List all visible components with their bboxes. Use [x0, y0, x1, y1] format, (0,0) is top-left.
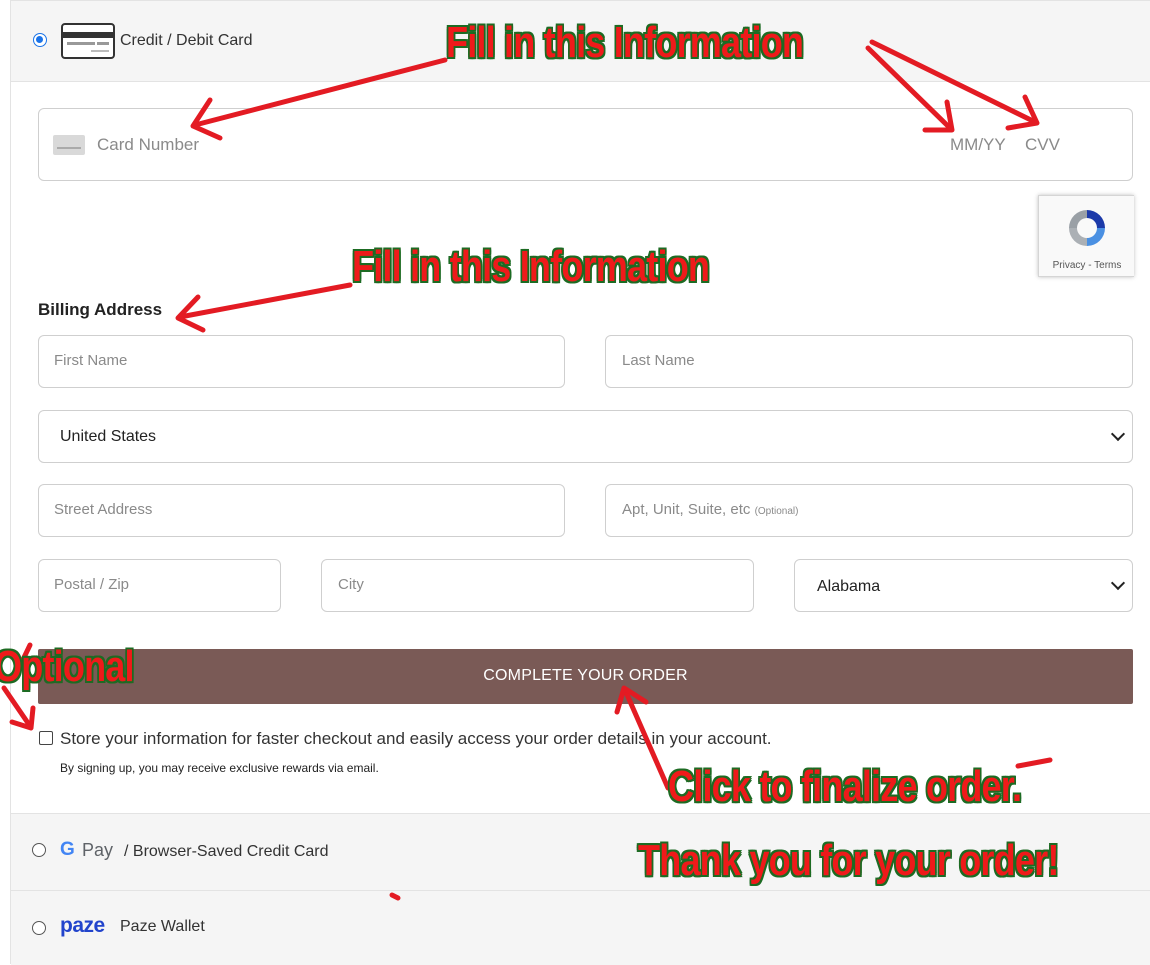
street-address-field[interactable]: Street Address [38, 484, 565, 537]
annotation-fill-in-top: Fill in this Information [446, 18, 804, 67]
chevron-down-icon [1110, 575, 1126, 591]
expiry-input[interactable]: MM/YY [950, 135, 1006, 155]
store-info-checkbox[interactable] [39, 731, 53, 745]
country-value: United States [60, 428, 157, 445]
card-method-label: Credit / Debit Card [120, 32, 253, 49]
annotation-optional: Optional [0, 642, 135, 691]
gpay-method-radio[interactable] [32, 843, 46, 857]
card-placeholder-icon [53, 135, 85, 155]
country-select[interactable]: United States [38, 410, 1133, 463]
city-field[interactable]: City [321, 559, 754, 612]
recaptcha-badge[interactable]: Privacy - Terms [1038, 195, 1134, 277]
card-number-input[interactable]: Card Number [97, 135, 199, 155]
paze-method-radio[interactable] [32, 921, 46, 935]
checkout-panel: Credit / Debit Card Card Number MM/YY CV… [10, 0, 1150, 965]
state-select[interactable]: Alabama [794, 559, 1133, 612]
store-info-label: Store your information for faster checko… [60, 729, 772, 748]
annotation-fill-in-billing: Fill in this Information [352, 242, 710, 291]
optional-hint: (Optional) [754, 506, 799, 517]
card-input-group: Card Number MM/YY CVV [38, 108, 1133, 181]
recaptcha-privacy-link[interactable]: Privacy [1053, 260, 1086, 271]
recaptcha-terms-link[interactable]: Terms [1094, 260, 1121, 271]
chevron-down-icon [1110, 426, 1126, 442]
recaptcha-icon [1069, 210, 1105, 246]
postal-field[interactable]: Postal / Zip [38, 559, 281, 612]
complete-order-button[interactable]: COMPLETE YOUR ORDER [38, 649, 1133, 704]
first-name-field[interactable]: First Name [38, 335, 565, 388]
signup-note: By signing up, you may receive exclusive… [60, 761, 379, 775]
paze-method-row[interactable]: paze Paze Wallet [11, 890, 1150, 965]
paze-method-label: Paze Wallet [120, 918, 205, 935]
annotation-click-finalize: Click to finalize order. [668, 762, 1022, 811]
google-g-icon: G [60, 839, 75, 860]
gpay-brand: Pay [82, 840, 114, 860]
card-method-radio[interactable] [33, 33, 47, 47]
annotation-thank-you: Thank you for your order! [638, 836, 1059, 885]
apt-field[interactable]: Apt, Unit, Suite, etc (Optional) [605, 484, 1133, 537]
state-value: Alabama [817, 578, 881, 595]
credit-card-icon [61, 23, 115, 59]
billing-heading: Billing Address [38, 300, 163, 319]
paze-logo: paze [60, 914, 105, 937]
last-name-field[interactable]: Last Name [605, 335, 1133, 388]
cvv-input[interactable]: CVV [1025, 135, 1060, 155]
gpay-method-label: / Browser-Saved Credit Card [124, 843, 329, 860]
